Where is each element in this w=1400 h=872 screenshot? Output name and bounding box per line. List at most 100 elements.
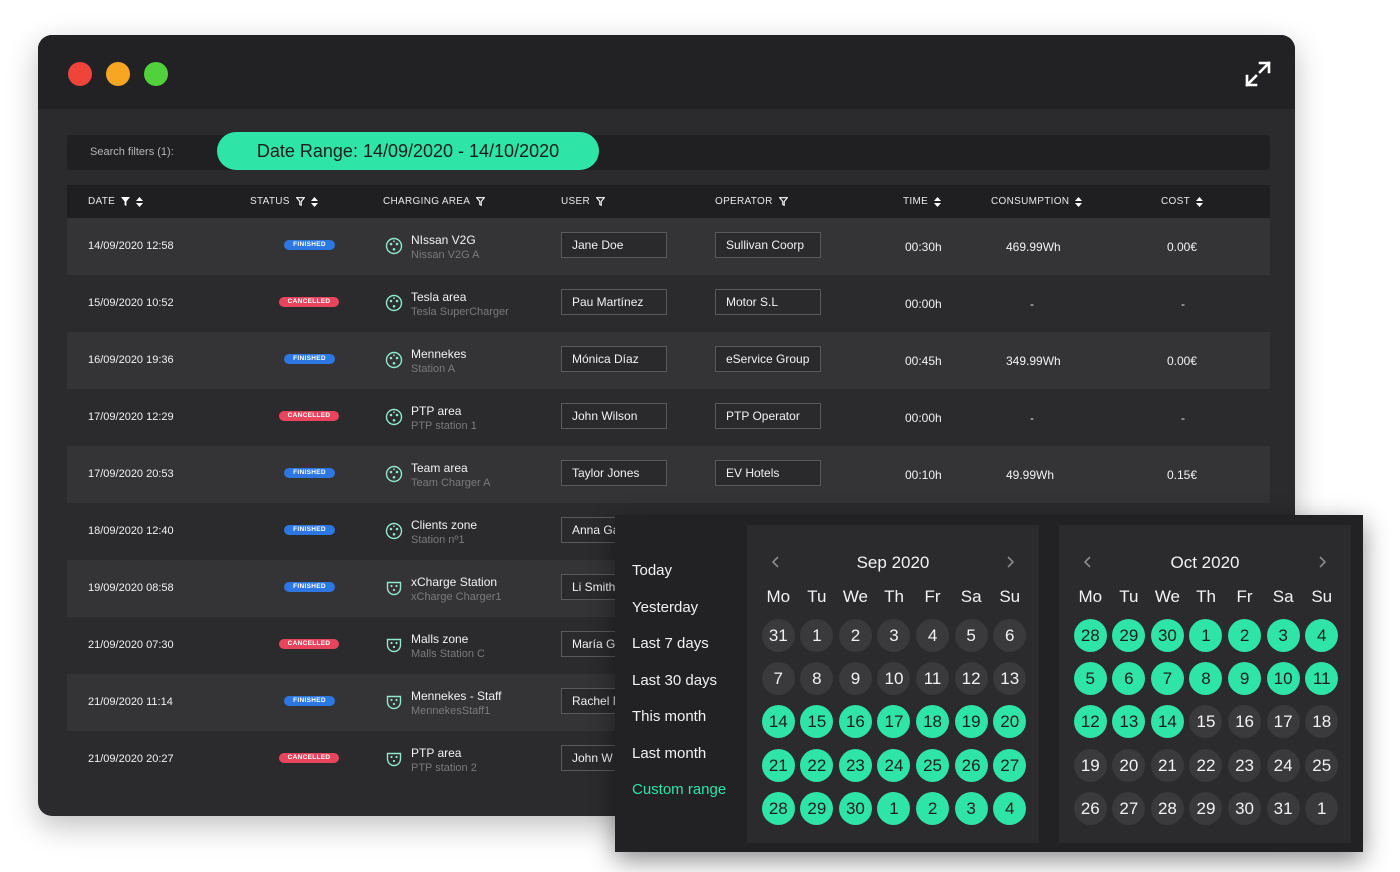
day-cell[interactable]: 27	[993, 748, 1027, 782]
day-cell[interactable]: 16	[838, 705, 872, 739]
day-cell[interactable]: 20	[993, 705, 1027, 739]
day-cell[interactable]: 7	[1150, 662, 1184, 696]
day-cell[interactable]: 1	[1189, 619, 1223, 653]
column-header-consumption[interactable]: CONSUMPTION	[991, 196, 1083, 207]
sort-icon[interactable]	[934, 196, 942, 207]
sort-icon[interactable]	[1075, 196, 1083, 207]
day-cell[interactable]: 31	[1266, 791, 1300, 825]
filter-icon[interactable]	[295, 197, 305, 206]
day-cell[interactable]: 22	[800, 748, 834, 782]
day-cell[interactable]: 2	[1228, 619, 1262, 653]
day-cell[interactable]: 15	[1189, 705, 1223, 739]
day-cell[interactable]: 30	[1150, 619, 1184, 653]
day-cell[interactable]: 13	[1112, 705, 1146, 739]
expand-arrows-icon[interactable]	[1243, 59, 1273, 89]
table-row[interactable]: 16/09/2020 19:36 FINISHED Mennekes Station …	[67, 332, 1270, 389]
close-window-button[interactable]	[68, 62, 92, 86]
day-cell[interactable]: 18	[1305, 705, 1339, 739]
day-cell[interactable]: 5	[954, 619, 988, 653]
range-option-this-month[interactable]: This month	[632, 708, 726, 745]
column-header-user[interactable]: USER	[561, 196, 605, 207]
day-cell[interactable]: 14	[761, 705, 795, 739]
day-cell[interactable]: 15	[800, 705, 834, 739]
date-range-filter-pill[interactable]: Date Range: 14/09/2020 - 14/10/2020	[217, 132, 599, 170]
day-cell[interactable]: 31	[761, 619, 795, 653]
table-row[interactable]: 17/09/2020 20:53 FINISHED Team area Team Ch…	[67, 446, 1270, 503]
operator-chip[interactable]: Motor S.L	[715, 289, 821, 315]
chevron-right-icon[interactable]	[1315, 555, 1329, 569]
day-cell[interactable]: 28	[761, 791, 795, 825]
day-cell[interactable]: 26	[954, 748, 988, 782]
user-chip[interactable]: John Wilson	[561, 403, 667, 429]
operator-chip[interactable]: eService Group	[715, 346, 821, 372]
chevron-right-icon[interactable]	[1003, 555, 1017, 569]
user-chip[interactable]: Pau Martínez	[561, 289, 667, 315]
day-cell[interactable]: 9	[838, 662, 872, 696]
day-cell[interactable]: 12	[954, 662, 988, 696]
day-cell[interactable]: 20	[1112, 748, 1146, 782]
day-cell[interactable]: 22	[1189, 748, 1223, 782]
operator-chip[interactable]: EV Hotels	[715, 460, 821, 486]
sort-icon[interactable]	[136, 196, 144, 207]
sort-icon[interactable]	[1195, 196, 1203, 207]
user-chip[interactable]: Mónica Díaz	[561, 346, 667, 372]
day-cell[interactable]: 11	[916, 662, 950, 696]
range-option-last-7-days[interactable]: Last 7 days	[632, 635, 726, 672]
day-cell[interactable]: 3	[877, 619, 911, 653]
day-cell[interactable]: 25	[916, 748, 950, 782]
column-header-charging-area[interactable]: CHARGING AREA	[383, 196, 486, 207]
day-cell[interactable]: 29	[1112, 619, 1146, 653]
day-cell[interactable]: 23	[838, 748, 872, 782]
day-cell[interactable]: 14	[1150, 705, 1184, 739]
day-cell[interactable]: 30	[1228, 791, 1262, 825]
day-cell[interactable]: 21	[761, 748, 795, 782]
day-cell[interactable]: 25	[1305, 748, 1339, 782]
zoom-window-button[interactable]	[144, 62, 168, 86]
day-cell[interactable]: 5	[1073, 662, 1107, 696]
filter-icon[interactable]	[476, 197, 486, 206]
day-cell[interactable]: 4	[993, 791, 1027, 825]
day-cell[interactable]: 19	[954, 705, 988, 739]
day-cell[interactable]: 17	[1266, 705, 1300, 739]
day-cell[interactable]: 1	[877, 791, 911, 825]
table-row[interactable]: 17/09/2020 12:29 CANCELLED PTP area PTP sta…	[67, 389, 1270, 446]
user-chip[interactable]: Taylor Jones	[561, 460, 667, 486]
day-cell[interactable]: 29	[800, 791, 834, 825]
day-cell[interactable]: 1	[800, 619, 834, 653]
day-cell[interactable]: 28	[1150, 791, 1184, 825]
day-cell[interactable]: 29	[1189, 791, 1223, 825]
day-cell[interactable]: 4	[1305, 619, 1339, 653]
column-header-cost[interactable]: COST	[1161, 196, 1203, 207]
day-cell[interactable]: 19	[1073, 748, 1107, 782]
day-cell[interactable]: 30	[838, 791, 872, 825]
day-cell[interactable]: 8	[1189, 662, 1223, 696]
day-cell[interactable]: 12	[1073, 705, 1107, 739]
operator-chip[interactable]: Sullivan Coorp	[715, 232, 821, 258]
day-cell[interactable]: 11	[1305, 662, 1339, 696]
range-option-custom-range[interactable]: Custom range	[632, 781, 726, 818]
day-cell[interactable]: 9	[1228, 662, 1262, 696]
operator-chip[interactable]: PTP Operator	[715, 403, 821, 429]
filter-active-icon[interactable]	[121, 197, 131, 206]
column-header-status[interactable]: STATUS	[250, 196, 318, 207]
day-cell[interactable]: 1	[1305, 791, 1339, 825]
day-cell[interactable]: 8	[800, 662, 834, 696]
day-cell[interactable]: 10	[1266, 662, 1300, 696]
table-row[interactable]: 14/09/2020 12:58 FINISHED NIssan V2G Nissan…	[67, 218, 1270, 275]
day-cell[interactable]: 27	[1112, 791, 1146, 825]
day-cell[interactable]: 3	[1266, 619, 1300, 653]
day-cell[interactable]: 2	[916, 791, 950, 825]
day-cell[interactable]: 21	[1150, 748, 1184, 782]
day-cell[interactable]: 3	[954, 791, 988, 825]
day-cell[interactable]: 10	[877, 662, 911, 696]
day-cell[interactable]: 24	[877, 748, 911, 782]
filter-icon[interactable]	[595, 197, 605, 206]
day-cell[interactable]: 26	[1073, 791, 1107, 825]
range-option-today[interactable]: Today	[632, 562, 726, 599]
day-cell[interactable]: 18	[916, 705, 950, 739]
day-cell[interactable]: 23	[1228, 748, 1262, 782]
day-cell[interactable]: 7	[761, 662, 795, 696]
column-header-time[interactable]: TIME	[903, 196, 942, 207]
column-header-operator[interactable]: OPERATOR	[715, 196, 788, 207]
day-cell[interactable]: 24	[1266, 748, 1300, 782]
